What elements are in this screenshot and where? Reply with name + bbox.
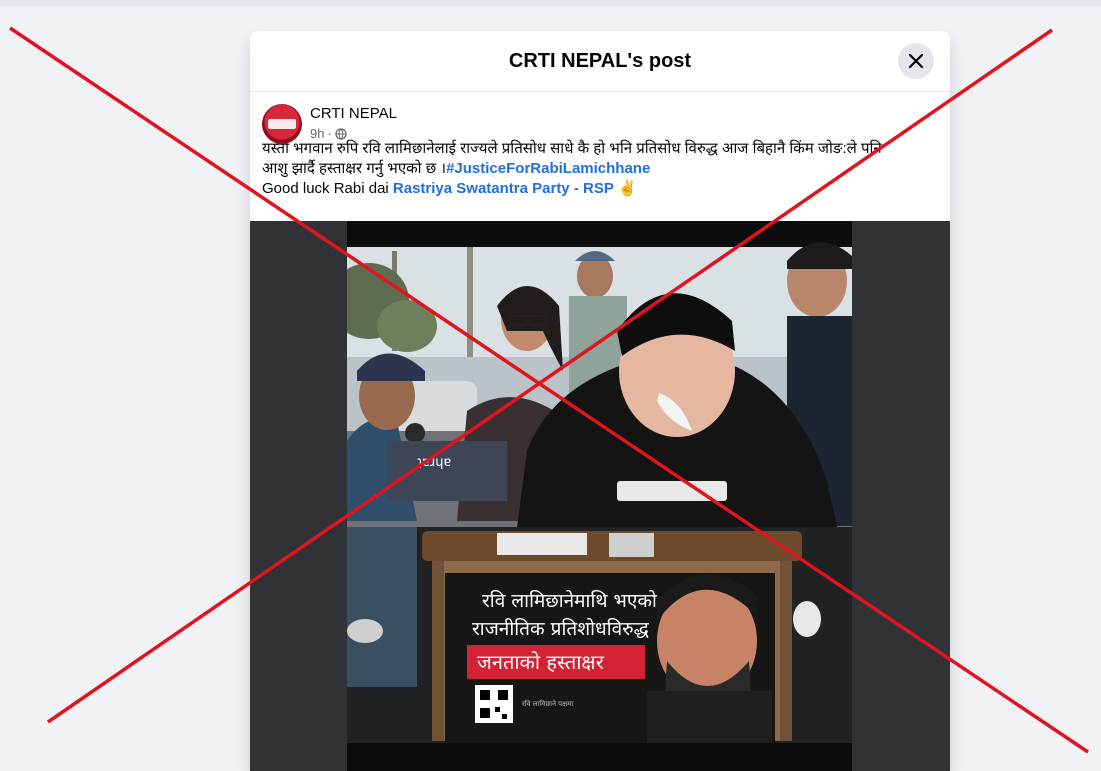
post-text: यस्तो भगवान रुपि रवि लामिछानेलाई राज्यले…: [250, 139, 950, 199]
post-modal: CRTI NEPAL's post CRTI NEPAL 9h · यस्तो …: [250, 31, 950, 771]
modal-header: CRTI NEPAL's post: [250, 31, 950, 92]
avatar[interactable]: [262, 104, 302, 144]
banner-small-text: रवि लामिछाने पक्षमा: [522, 699, 573, 708]
banner-line2: राजनीतिक प्रतिशोधविरुद्ध: [472, 617, 650, 640]
post-photo[interactable]: ʇɐɹɥɐ रवि लामिछानेमाथि भएको राजनीतिक प्र…: [347, 221, 852, 771]
svg-text:ʇɐɹɥɐ: ʇɐɹɥɐ: [417, 455, 452, 470]
hashtag-link[interactable]: #JusticeForRabiLamichhane: [446, 160, 650, 177]
post-text-line3: Good luck Rabi dai Rastriya Swatantra Pa…: [262, 179, 938, 199]
post-text-line2-body: आशु झार्दै हस्ताक्षर गर्नु भएको छ ।: [262, 160, 447, 177]
post-meta: 9h ·: [310, 126, 347, 141]
photo-illustration: ʇɐɹɥɐ रवि लामिछानेमाथि भएको राजनीतिक प्र…: [347, 221, 852, 771]
post-time[interactable]: 9h: [310, 126, 324, 141]
post-header: CRTI NEPAL 9h ·: [250, 92, 950, 147]
author-name[interactable]: CRTI NEPAL: [310, 105, 397, 122]
post-text-line2: आशु झार्दै हस्ताक्षर गर्नु भएको छ ।#Just…: [262, 159, 938, 179]
modal-title: CRTI NEPAL's post: [508, 49, 692, 72]
browser-top-strip: [0, 0, 1101, 6]
close-button[interactable]: [898, 43, 934, 79]
post-media[interactable]: ʇɐɹɥɐ रवि लामिछानेमाथि भएको राजनीतिक प्र…: [250, 221, 950, 771]
post-text-line3-body: Good luck Rabi dai: [262, 180, 393, 197]
mention-link[interactable]: Rastriya Swatantra Party - RSP: [393, 180, 614, 197]
meta-separator: ·: [327, 126, 332, 141]
banner-line3: जनताको हस्ताक्षर: [477, 650, 605, 674]
victory-emoji: ✌️: [618, 180, 637, 197]
globe-icon: [335, 127, 347, 140]
close-icon: [908, 53, 924, 69]
page-logo: [268, 119, 296, 129]
banner-line1: रवि लामिछानेमाथि भएको: [482, 589, 658, 612]
